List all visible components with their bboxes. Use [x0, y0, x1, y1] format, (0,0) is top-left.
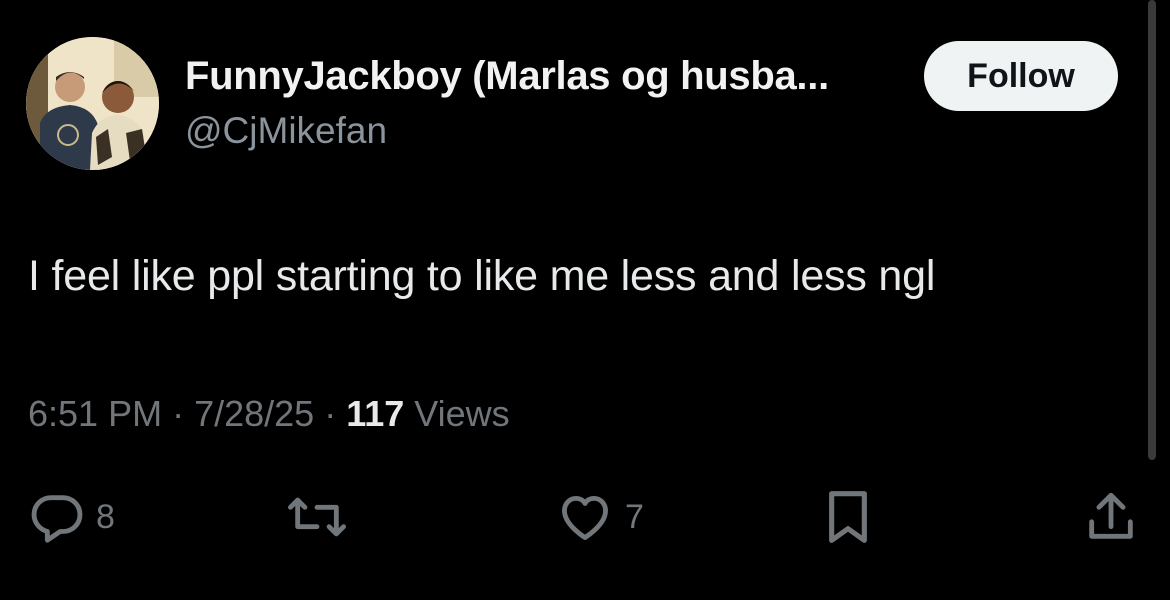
tweet-date[interactable]: 7/28/25	[194, 393, 314, 435]
like-button[interactable]: 7	[555, 485, 644, 549]
scrollbar[interactable]	[1148, 0, 1156, 460]
repost-icon	[287, 497, 346, 537]
meta-separator: ·	[172, 393, 185, 434]
meta-separator: ·	[324, 393, 337, 434]
views-count[interactable]: 117	[346, 393, 404, 435]
like-icon	[562, 495, 608, 540]
tweet-time[interactable]: 6:51 PM	[28, 393, 162, 435]
like-count: 7	[625, 497, 644, 536]
views-label[interactable]: Views	[414, 393, 509, 435]
reply-button[interactable]: 8	[28, 485, 115, 549]
avatar-photo	[26, 37, 159, 170]
bookmark-icon	[829, 491, 867, 543]
tweet-text: I feel like ppl starting to like me less…	[28, 252, 936, 300]
tweet-container: FunnyJackboy (Marlas og husba... @CjMike…	[0, 0, 1170, 600]
author-handle[interactable]: @CjMikefan	[185, 110, 387, 152]
avatar[interactable]	[26, 37, 159, 170]
repost-button[interactable]	[285, 485, 359, 549]
author-display-name[interactable]: FunnyJackboy (Marlas og husba...	[185, 54, 829, 99]
reply-icon	[31, 495, 83, 543]
tweet-meta: 6:51 PM · 7/28/25 · 117 Views	[28, 393, 510, 435]
bookmark-button[interactable]	[820, 485, 876, 549]
follow-button[interactable]: Follow	[924, 41, 1118, 111]
share-icon	[1089, 492, 1133, 539]
action-bar: 8 7	[0, 485, 1170, 555]
reply-count: 8	[96, 497, 115, 536]
share-button[interactable]	[1082, 485, 1140, 549]
